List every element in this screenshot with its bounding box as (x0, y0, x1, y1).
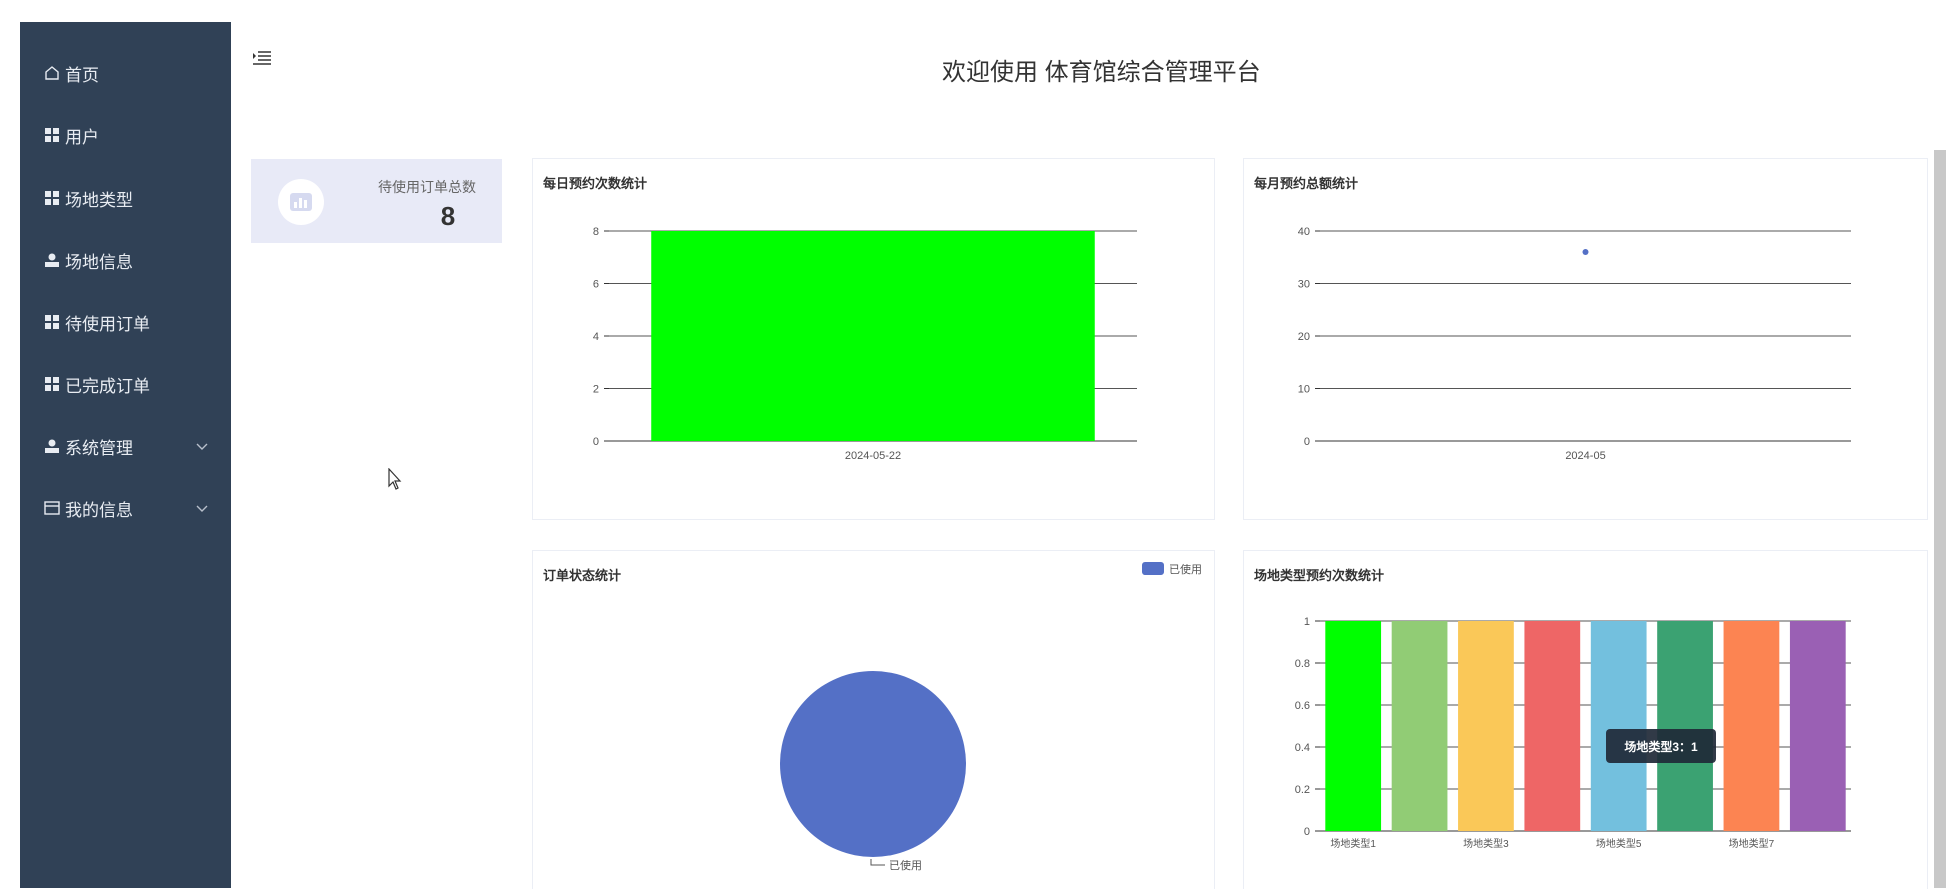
y-tick-label: 10 (1298, 384, 1310, 396)
sidebar-item-label: 待使用订单 (65, 314, 150, 334)
pie-slice-label: 已使用 (889, 859, 922, 872)
data-point (1582, 249, 1589, 255)
x-tick-label: 场地类型7 (1729, 837, 1775, 850)
y-tick-label: 4 (593, 331, 599, 343)
sidebar-item-completed-orders[interactable]: 已完成订单 (20, 364, 231, 404)
panel-order-status: 订单状态统计 已使用 已使用 (532, 550, 1215, 889)
bar (1590, 621, 1647, 831)
x-tick-label: 场地类型5 (1596, 837, 1642, 850)
bar (1789, 621, 1846, 831)
grid-icon (43, 313, 61, 331)
y-tick-label: 8 (593, 226, 599, 238)
y-tick-label: 0.6 (1295, 700, 1310, 712)
daily-bookings-chart: 0 2 4 6 8 2024-05-22 (593, 226, 1137, 462)
stat-card-pending-orders[interactable]: 待使用订单总数 8 (251, 159, 502, 243)
grid-icon (43, 189, 61, 207)
legend-swatch (1142, 562, 1164, 575)
sidebar-item-label: 首页 (65, 65, 99, 85)
y-tick-label: 0.2 (1295, 784, 1310, 796)
y-tick-label: 2 (593, 384, 599, 396)
bar-chart-icon (278, 179, 324, 225)
bar (1524, 621, 1581, 831)
panel-venue-type-bookings: 场地类型预约次数统计 0 0.2 0.4 0.6 0.8 1 场地类型1 场地类型3 场地类型5… (1243, 550, 1928, 889)
y-tick-label: 30 (1298, 279, 1310, 291)
sidebar-item-my-info[interactable]: 我的信息 (20, 488, 231, 528)
y-tick-label: 1 (1304, 616, 1310, 628)
sidebar-item-venue-info[interactable]: 场地信息 (20, 240, 231, 280)
sidebar-toggle-icon[interactable] (252, 50, 272, 71)
x-tick-label: 场地类型1 (1330, 837, 1376, 850)
sidebar-item-label: 用户 (65, 127, 99, 147)
sidebar-item-users[interactable]: 用户 (20, 115, 231, 155)
page-title: 欢迎使用 体育馆综合管理平台 (942, 59, 1261, 86)
x-tick-label: 2024-05 (1565, 450, 1605, 462)
x-tick-label: 场地类型3 (1463, 837, 1509, 850)
bar (1657, 621, 1713, 831)
order-status-chart: 已使用已使用 (780, 562, 1202, 872)
bar (1458, 621, 1514, 831)
chart-tooltip-text: 场地类型3：1 (1624, 739, 1698, 754)
y-tick-label: 40 (1298, 226, 1310, 238)
y-tick-label: 0 (593, 436, 599, 448)
home-icon (43, 64, 61, 82)
legend-label: 已使用 (1169, 563, 1202, 576)
monthly-amount-chart: 0 10 20 30 40 2024-05 (1298, 226, 1851, 462)
bar (1723, 621, 1780, 831)
grid-icon (43, 375, 61, 393)
sidebar-item-home[interactable]: 首页 (20, 53, 231, 93)
chevron-down-icon (195, 500, 209, 520)
mouse-cursor-icon (388, 467, 404, 497)
card-icon (43, 499, 61, 517)
venue-type-chart: 0 0.2 0.4 0.6 0.8 1 场地类型1 场地类型3 场地类型5 场地类型7 场地类型3：… (1295, 616, 1851, 850)
sidebar-item-pending-orders[interactable]: 待使用订单 (20, 302, 231, 342)
y-tick-label: 20 (1298, 331, 1310, 343)
chevron-down-icon (195, 438, 209, 458)
grid-icon (43, 126, 61, 144)
stat-value: 8 (440, 201, 456, 231)
sidebar: 首页 用户 场地类型 场地信息 待使用订单 已完成订单 系统管理 我的信息 (20, 22, 231, 888)
sidebar-item-label: 场地类型 (65, 190, 133, 210)
y-tick-label: 0 (1304, 436, 1310, 448)
sidebar-item-label: 场地信息 (65, 252, 133, 272)
y-tick-label: 0.8 (1295, 658, 1310, 670)
sidebar-item-system[interactable]: 系统管理 (20, 426, 231, 466)
sidebar-item-venue-type[interactable]: 场地类型 (20, 178, 231, 218)
user-icon (43, 437, 61, 455)
vertical-scrollbar[interactable] (1934, 150, 1946, 888)
bar (651, 231, 1095, 441)
panel-daily-bookings: 每日预约次数统计 0 2 4 6 8 2024-05-22 (532, 158, 1215, 520)
y-tick-label: 0.4 (1295, 742, 1310, 754)
sidebar-item-label: 我的信息 (65, 500, 133, 520)
stat-label: 待使用订单总数 (378, 179, 476, 195)
pie-leader-line (870, 859, 885, 866)
panel-monthly-amount: 每月预约总额统计 0 10 20 30 40 2024-05 (1243, 158, 1928, 520)
y-tick-label: 0 (1304, 826, 1310, 838)
bar (1391, 621, 1448, 831)
pie-slice (780, 671, 966, 857)
sidebar-item-label: 系统管理 (65, 438, 133, 458)
user-icon (43, 251, 61, 269)
sidebar-item-label: 已完成订单 (65, 376, 150, 396)
x-tick-label: 2024-05-22 (845, 450, 901, 462)
y-tick-label: 6 (593, 279, 599, 291)
bar (1325, 621, 1382, 831)
